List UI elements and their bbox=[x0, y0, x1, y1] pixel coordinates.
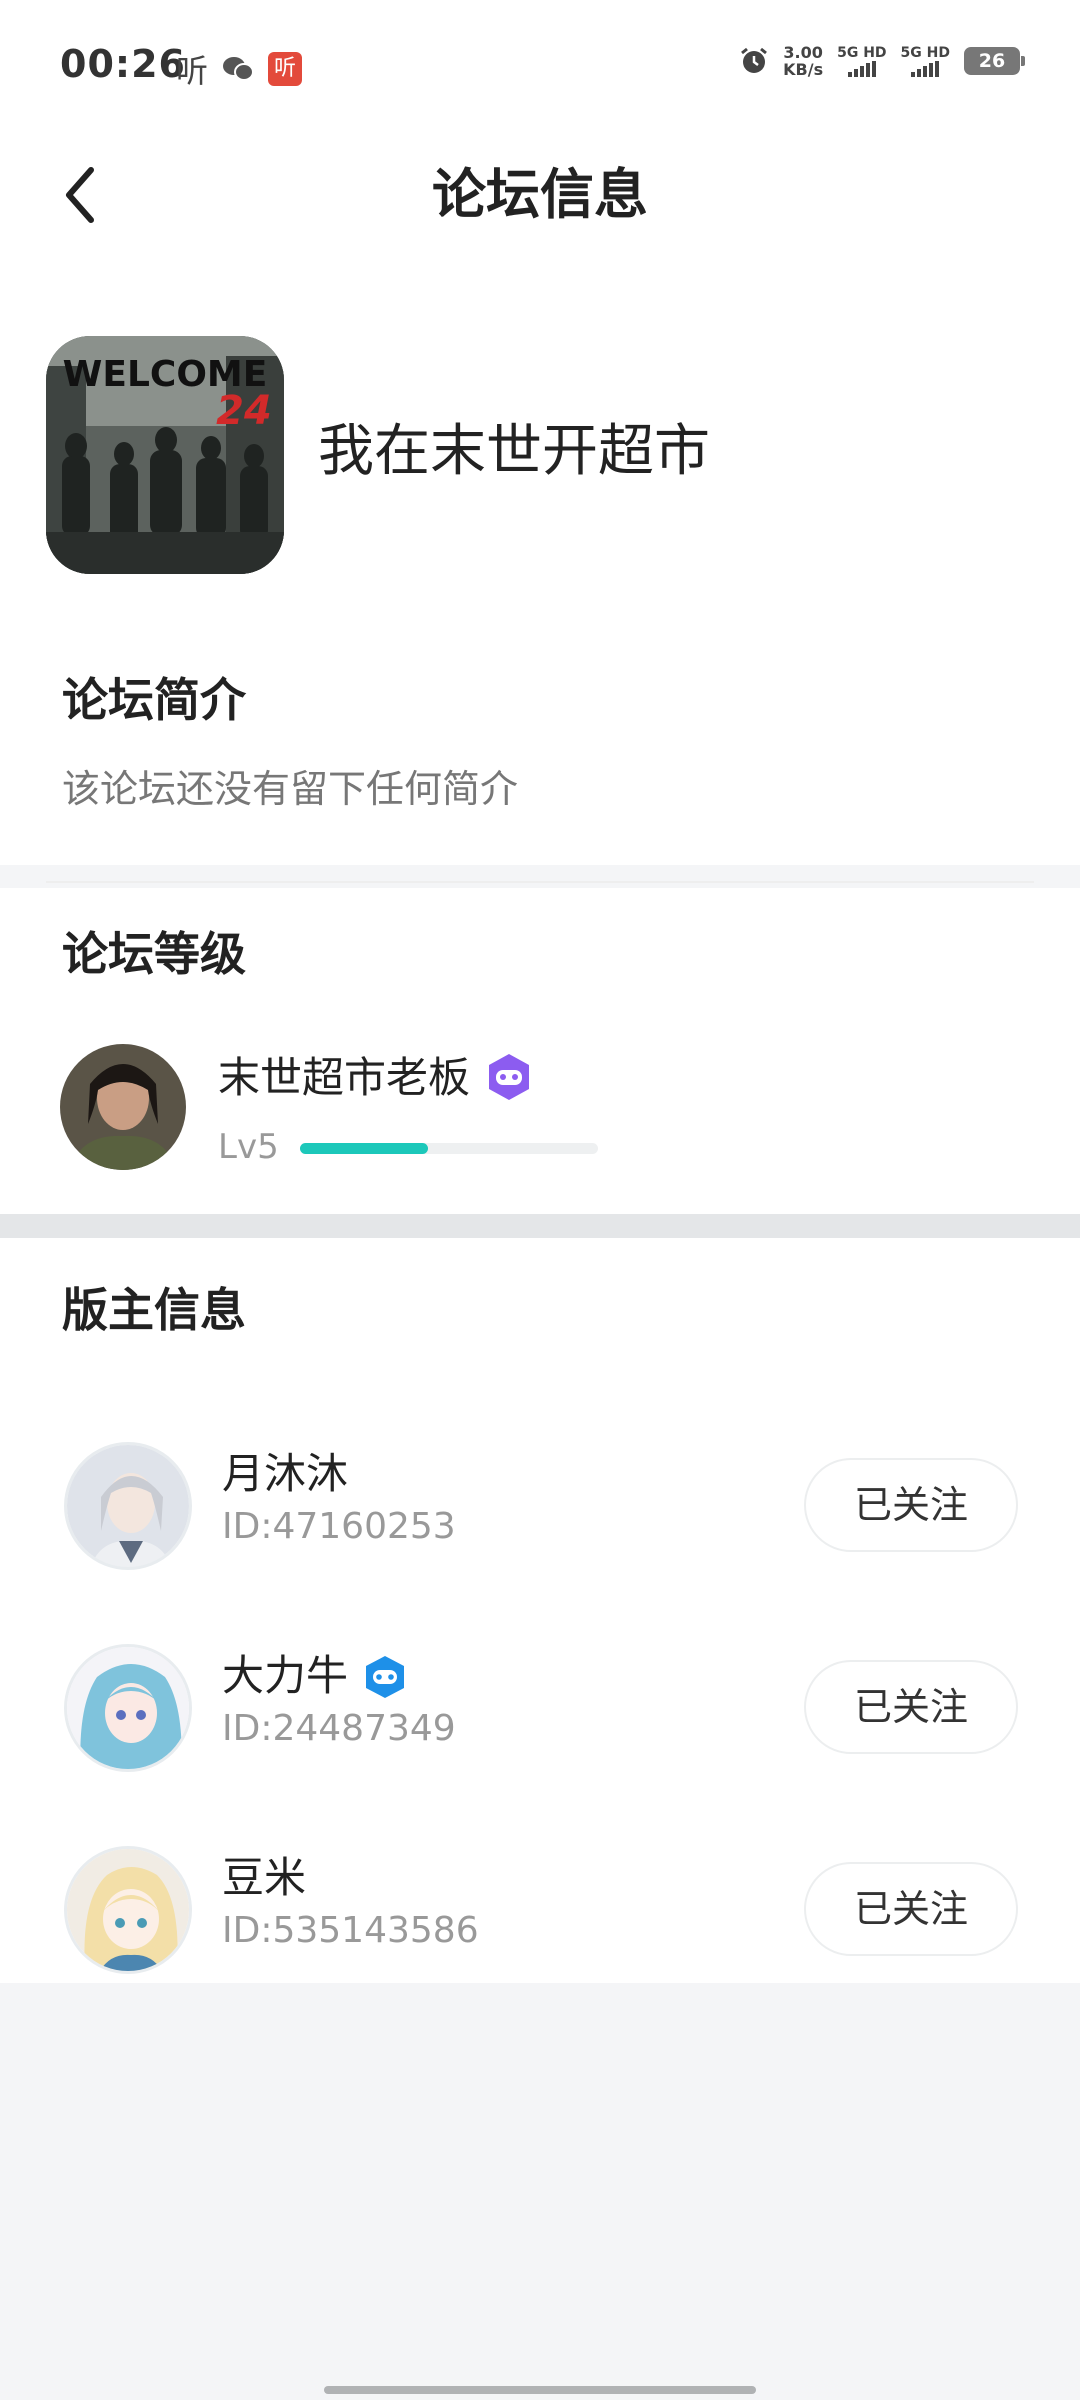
ting-app-icon: 听 bbox=[176, 52, 209, 90]
forum-cover-image: WELCOME 24 bbox=[46, 336, 284, 574]
network-speed: 3.00 KB/s bbox=[783, 44, 823, 78]
divider bbox=[46, 881, 1034, 883]
level-progress-fill bbox=[300, 1143, 429, 1154]
moderator-avatar[interactable] bbox=[64, 1846, 192, 1974]
wechat-icon bbox=[223, 57, 255, 81]
user-level-title: 末世超市老板 bbox=[218, 1053, 471, 1102]
forum-level-card: 论坛等级 末世超市老板 Lv5 bbox=[0, 888, 1080, 1214]
alarm-icon bbox=[741, 47, 768, 73]
sim2-label: 5G HD bbox=[900, 45, 950, 61]
network-speed-value: 3.00 bbox=[783, 43, 823, 62]
moderator-card: 版主信息 月沐沐 ID:47160253 已关注 大力牛 ID:24487349… bbox=[0, 1238, 1080, 1983]
following-button[interactable]: 已关注 bbox=[804, 1862, 1018, 1956]
status-bar: 00:26 听 听 3.00 KB/s 5G HD 5G HD 26 bbox=[0, 0, 1080, 130]
sim1-signal-icon: 5G HD bbox=[837, 45, 887, 77]
following-button[interactable]: 已关注 bbox=[804, 1660, 1018, 1754]
status-notification-icons: 听 听 bbox=[176, 46, 303, 92]
forum-name: 我在末世开超市 bbox=[318, 419, 710, 484]
battery-icon: 26 bbox=[964, 47, 1025, 75]
zombie-crowd-illustration: WELCOME 24 bbox=[46, 336, 284, 574]
page-title: 论坛信息 bbox=[432, 163, 648, 226]
forum-intro-title: 论坛简介 bbox=[62, 673, 246, 727]
moderator-id: ID:24487349 bbox=[222, 1708, 456, 1749]
moderator-name: 月沐沐 bbox=[222, 1449, 349, 1498]
home-indicator[interactable] bbox=[324, 2386, 756, 2394]
moderator-avatar[interactable] bbox=[64, 1442, 192, 1570]
status-system-icons: 3.00 KB/s 5G HD 5G HD 26 bbox=[739, 44, 1025, 78]
moderator-avatar[interactable] bbox=[64, 1644, 192, 1772]
moderator-name: 豆米 bbox=[222, 1853, 307, 1902]
game-controller-badge-icon bbox=[366, 1656, 404, 1698]
level-label: Lv5 bbox=[218, 1127, 279, 1167]
sim1-label: 5G HD bbox=[837, 45, 887, 61]
section-separator bbox=[0, 1214, 1080, 1238]
forum-level-title: 论坛等级 bbox=[62, 927, 246, 981]
moderator-row[interactable]: 豆米 ID:535143586 已关注 bbox=[0, 1822, 1080, 2002]
sim2-signal-icon: 5G HD bbox=[901, 45, 950, 77]
level-progress-bar bbox=[300, 1143, 598, 1154]
cover-number-text: 24 bbox=[216, 388, 272, 434]
moderator-id: ID:47160253 bbox=[222, 1506, 456, 1547]
moderator-name: 大力牛 bbox=[222, 1651, 349, 1700]
moderator-section-title: 版主信息 bbox=[62, 1283, 246, 1337]
forum-intro-text: 该论坛还没有留下任何简介 bbox=[62, 767, 519, 811]
moderator-id: ID:535143586 bbox=[222, 1910, 479, 1951]
game-controller-badge-icon bbox=[489, 1054, 529, 1100]
user-avatar[interactable] bbox=[60, 1044, 186, 1170]
moderator-row[interactable]: 月沐沐 ID:47160253 已关注 bbox=[0, 1418, 1080, 1598]
network-speed-unit: KB/s bbox=[783, 60, 824, 79]
nav-bar: 论坛信息 bbox=[0, 130, 1080, 260]
following-button[interactable]: 已关注 bbox=[804, 1458, 1018, 1552]
moderator-row[interactable]: 大力牛 ID:24487349 已关注 bbox=[0, 1620, 1080, 1800]
red-app-icon: 听 bbox=[268, 52, 303, 86]
status-time: 00:26 bbox=[60, 42, 186, 86]
